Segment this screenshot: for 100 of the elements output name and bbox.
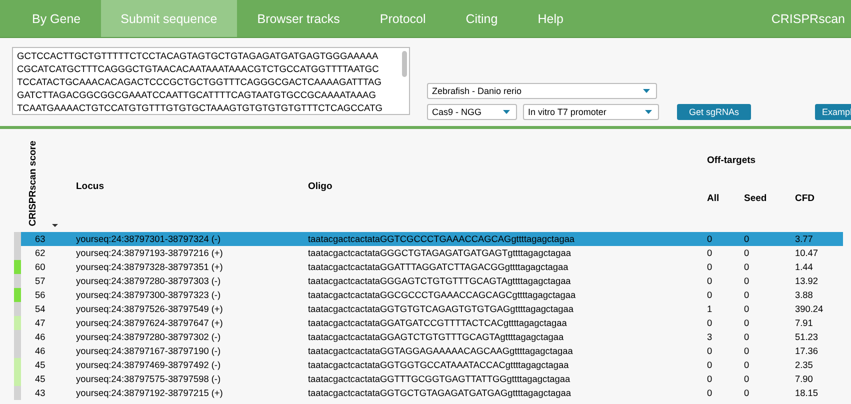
table-cell-text: 0 [744, 388, 750, 398]
table-cell-text: 18.15 [795, 388, 819, 398]
table-cell-text: taatacgactcactataGGGCTGTAGAGATGATGAGTgttttagagctagaa [308, 248, 572, 258]
table-row[interactable]: 57 yourseq:24:38797280-38797303 (-) taatacgactcactataGGGAGTCTGTGTTTGCAGTAgttttagagctagaa 0 0 13.92 [14, 274, 843, 288]
table-cell-text: 0 [707, 276, 714, 286]
column-header: Seed [744, 193, 768, 204]
table-cell-text: 62 [34, 248, 46, 258]
column-group-header: Off-targets [707, 155, 756, 166]
caret-icon [643, 89, 650, 93]
table-cell-text: 0 [707, 346, 714, 356]
table-cell-text: yourseq:24:38797469-38797492 (-) [76, 360, 222, 370]
table-cell-text: 13.92 [795, 276, 819, 286]
table-cell-text: 0 [744, 346, 750, 356]
promoter-select[interactable]: In vitro T7 promoter [523, 104, 659, 120]
table-cell-text: 0 [744, 304, 750, 314]
table-cell-text: 0 [707, 262, 714, 272]
table-cell-text: yourseq:24:38797280-38797302 (-) [76, 332, 222, 342]
table-row[interactable]: 60 yourseq:24:38797328-38797351 (+) taatacgactcactataGGATTTAGGATCTTAGACGGgttttagagctagaa 0 0 1.44 [14, 260, 843, 274]
table-cell-text: yourseq:24:38797301-38797324 (-) [76, 234, 222, 244]
table-cell-text: taatacgactcactataGGATGATCCGTTTTACTCACgttttagagctagaa [308, 318, 568, 328]
table-cell-text: 2.35 [795, 360, 814, 370]
table-cell-text: 46 [34, 332, 46, 342]
scrollbar-thumb[interactable] [402, 51, 407, 77]
table-cell-text: 0 [707, 318, 714, 328]
table-cell-text: yourseq:24:38797192-38797215 (+) [76, 388, 224, 398]
table-row[interactable]: 46 yourseq:24:38797167-38797190 (-) taatacgactcactataGGTAGGAGAAAAACAGCAAGgttttagagctagaa 0 0 17.36 [14, 344, 843, 358]
table-cell-text: 3.77 [795, 234, 814, 244]
table-row[interactable]: 56 yourseq:24:38797300-38797323 (-) taatacgactcactataGGCGCCCTGAAACCAGCAGCgttttagagctagaa 0 0 3.88 [14, 288, 843, 302]
table-row[interactable]: 54 yourseq:24:38797526-38797549 (+) taatacgactcactataGGTGTGTCAGAGTGTGTGAGgttttagagctagaa 1 0 390.24 [14, 302, 843, 316]
table-row[interactable]: 62 yourseq:24:38797193-38797216 (+) taatacgactcactataGGGCTGTAGAGATGATGAGTgttttagagctagaa 0 0 10.47 [14, 246, 843, 260]
table-cell-text: yourseq:24:38797575-38797598 (-) [76, 374, 222, 384]
species-select[interactable]: Zebrafish - Danio rerio [427, 83, 657, 99]
table-cell-text: 390.24 [795, 304, 824, 314]
table-cell-text: yourseq:24:38797280-38797303 (-) [76, 276, 222, 286]
table-cell-text: 43 [34, 388, 46, 398]
table-cell-text: 0 [744, 332, 750, 342]
get-sgrnas-button[interactable]: Get sgRNAs [677, 104, 752, 120]
site-title: CRISPRscan [771, 10, 846, 28]
table-cell-text: 63 [34, 234, 46, 244]
table-cell-text: 0 [744, 262, 750, 272]
table-cell-text: 0 [707, 374, 714, 384]
table-cell-text: taatacgactcactataGGGAGTCTGTGTTTGCAGTAgttttagagctagaa [308, 276, 572, 286]
caret-icon [645, 110, 652, 114]
table-cell-text: 0 [707, 234, 714, 244]
table-cell-text: taatacgactcactataGGTGTGTCAGAGTGTGTGAGgttttagagctagaa [308, 304, 575, 314]
table-cell-text: taatacgactcactataGGTGCTGTAGAGATGATGAGgttttagagctagaa [308, 388, 572, 398]
table-row[interactable]: 63 yourseq:24:38797301-38797324 (-) taatacgactcactataGGTCGCCCTGAAACCAGCAGgttttagagctagaa 0 0 3.77 [14, 232, 843, 246]
sequence-field[interactable]: GCTCCACTTGCTGTTTTTCTCCTACAGTAGTGCTGTAGAGATGATGAGTGGGAAAAA CGCATCATGCTTTCAGGGCTGTAACACAATAAATAAACGTCTGCCATGGTTTTAATGC TCCATACTGCAAACACAGACTCCCGCTGCTGGTTTCAGGGCGACTCAAAAGATTTAG GATCTTAGACGGCGGCGAAATCCAATTGCATTTTCAGTAATGTGCCGCAAAATAAAG TCAATGAAAACTGTCCATGTGTTTGTGTGCTAAAGTGTGTGTGTGTTTCTCAGCCATG [12, 47, 410, 115]
table-cell-text: yourseq:24:38797193-38797216 (+) [76, 248, 224, 258]
table-cell-text: 3 [707, 332, 714, 342]
table-row[interactable]: 45 yourseq:24:38797469-38797492 (-) taatacgactcactataGGTGGTGCCATAAATACCACgttttagagctagaa 0 0 2.35 [14, 358, 843, 372]
table-cell-text: 54 [34, 304, 46, 314]
enzyme-select[interactable]: Cas9 - NGG [427, 104, 517, 120]
table-cell-text: 56 [34, 290, 46, 300]
table-cell-text: 57 [34, 276, 46, 286]
table-cell-text: taatacgactcactataGGAGTCTGTGTTTGCAGTAgttttagagctagaa [308, 332, 565, 342]
table-cell-text: 0 [744, 318, 750, 328]
column-header: Locus [76, 180, 105, 192]
table-cell-text: 3.88 [795, 290, 814, 300]
table-cell-text: 47 [34, 318, 46, 328]
table-cell-text: 1.44 [795, 262, 814, 272]
table-cell-text: taatacgactcactataGGCGCCCTGAAACCAGCAGCgttttagagctagaa [308, 290, 577, 300]
table-cell-text: 45 [34, 374, 46, 384]
caret-icon [503, 110, 510, 114]
table-cell-text: 0 [744, 360, 750, 370]
table-cell-text: taatacgactcactataGGTAGGAGAAAAACAGCAAGgttttagagctagaa [308, 346, 574, 356]
sort-caret-icon [52, 224, 58, 227]
table-cell-text: yourseq:24:38797328-38797351 (+) [76, 262, 224, 272]
column-header: All [707, 193, 720, 204]
column-header[interactable]: CRISPRscan score [27, 140, 38, 226]
column-header: Oligo [308, 180, 334, 192]
table-row[interactable]: 47 yourseq:24:38797624-38797647 (+) taatacgactcactataGGATGATCCGTTTTACTCACgttttagagctagaa 0 0 7.91 [14, 316, 843, 330]
table-row[interactable]: 46 yourseq:24:38797280-38797302 (-) taatacgactcactataGGAGTCTGTGTTTGCAGTAgttttagagctagaa 3 0 51.23 [14, 330, 843, 344]
table-cell-text: taatacgactcactataGGATTTAGGATCTTAGACGGgttttagagctagaa [308, 262, 570, 272]
table-cell-text: 0 [707, 360, 714, 370]
table-cell-text: 51.23 [795, 332, 819, 342]
table-cell-text: 0 [707, 388, 714, 398]
table-cell-text: yourseq:24:38797300-38797323 (-) [76, 290, 222, 300]
table-cell-text: 0 [744, 276, 750, 286]
table-cell-text: 7.91 [795, 318, 814, 328]
table-cell-text: 0 [744, 248, 750, 258]
table-cell-text: 17.36 [795, 346, 819, 356]
table-row[interactable]: 45 yourseq:24:38797575-38797598 (-) taatacgactcactataGGTTTGCGGTGAGTTATTGGgttttagagctagaa 0 0 7.90 [14, 372, 843, 386]
table-cell-text: 10.47 [795, 248, 819, 258]
table-cell-text: 0 [707, 290, 714, 300]
table-cell-text: 0 [744, 290, 750, 300]
table-cell-text: yourseq:24:38797167-38797190 (-) [76, 346, 222, 356]
table-cell-text: 7.90 [795, 374, 814, 384]
table-cell-text: taatacgactcactataGGTGGTGCCATAAATACCACgttttagagctagaa [308, 360, 570, 370]
table-cell-text: 45 [34, 360, 46, 370]
table-cell-text: yourseq:24:38797526-38797549 (+) [76, 304, 224, 314]
table-cell-text: taatacgactcactataGGTCGCCCTGAAACCAGCAGgttttagagctagaa [308, 234, 576, 244]
table-cell-text: 1 [707, 304, 714, 314]
table-cell-text: yourseq:24:38797624-38797647 (+) [76, 318, 224, 328]
table-cell-text: 46 [34, 346, 46, 356]
table-cell-text: 0 [744, 374, 750, 384]
table-cell-text: 60 [34, 262, 46, 272]
table-row[interactable]: 43 yourseq:24:38797192-38797215 (+) taatacgactcactataGGTGCTGTAGAGATGATGAGgttttagagctagaa 0 0 18.15 [14, 386, 843, 400]
table-cell-text: 0 [707, 248, 714, 258]
table-cell-text: 0 [744, 234, 750, 244]
